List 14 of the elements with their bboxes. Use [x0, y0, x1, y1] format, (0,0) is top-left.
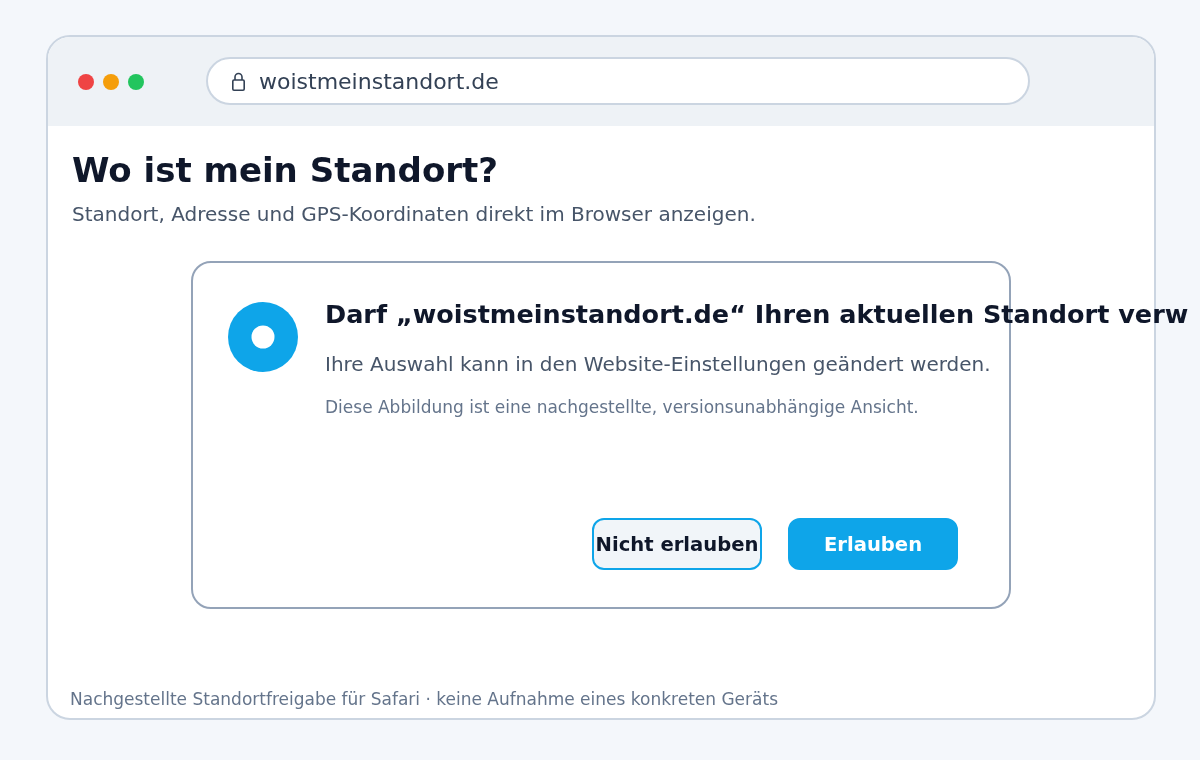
- address-bar[interactable]: woistmeinstandort.de: [206, 57, 1030, 105]
- location-dot-icon: [228, 302, 298, 372]
- window-control-dot-icon[interactable]: [128, 73, 144, 90]
- page-subtitle: Standort, Adresse und GPS-Koordinaten direkt im Browser anzeigen.: [72, 202, 756, 226]
- url-text: woistmeinstandort.de: [259, 68, 499, 94]
- dialog-heading: Darf „woistmeinstandort.de“ Ihren aktuellen Standort verw: [325, 299, 1189, 329]
- window-control-dot-icon[interactable]: [103, 73, 119, 90]
- deny-button[interactable]: Nicht erlauben: [592, 518, 762, 570]
- dialog-note: Diese Abbildung ist eine nachgestellte, versionsunabhängige Ansicht.: [325, 397, 919, 417]
- window-control-dot-icon[interactable]: [78, 73, 94, 90]
- footer-note: Nachgestellte Standortfreigabe für Safari · keine Aufnahme eines konkreten Geräts: [70, 689, 778, 709]
- dialog-body-text: Ihre Auswahl kann in den Website-Einstellungen geändert werden.: [325, 352, 991, 376]
- lock-icon: [232, 71, 245, 91]
- page-title: Wo ist mein Standort?: [72, 150, 498, 190]
